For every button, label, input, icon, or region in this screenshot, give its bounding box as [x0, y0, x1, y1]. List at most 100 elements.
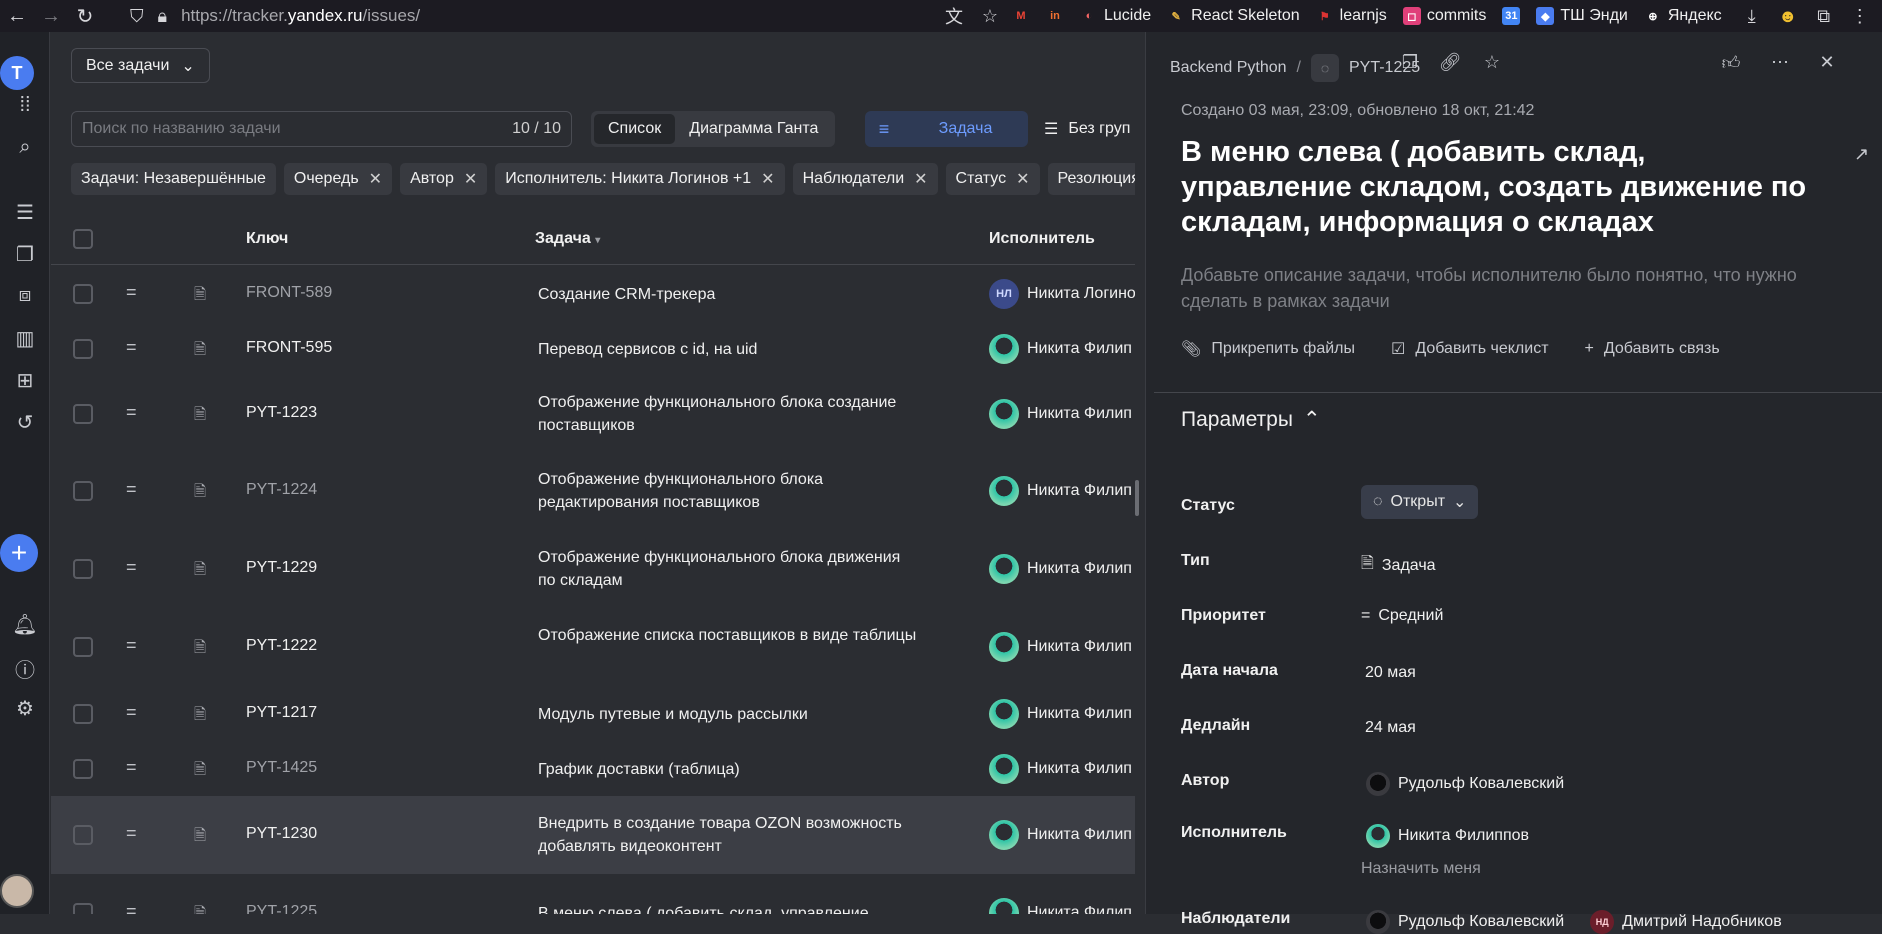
assignee-value[interactable]: Никита Филиппов: [1366, 824, 1529, 848]
sort-icon[interactable]: ≡: [865, 111, 903, 147]
bookmark-learnjs[interactable]: ⚑ learnjs: [1316, 7, 1387, 25]
bookmark-tsh-endi[interactable]: ◆ ТШ Энди: [1536, 7, 1628, 25]
issue-title[interactable]: График доставки (таблица): [538, 758, 918, 781]
user-avatar[interactable]: [0, 874, 34, 908]
add-checklist-button[interactable]: ☑ Добавить чеклист: [1391, 339, 1549, 359]
bookmark-react-skeleton[interactable]: ✎ React Skeleton: [1167, 7, 1300, 25]
filter-chip[interactable]: Статус ✕: [945, 163, 1040, 195]
table-row[interactable]: = 🗎︎ PYT-1230 Внедрить в создание товара OZ…: [51, 796, 1135, 874]
reload-icon[interactable]: ↻: [68, 4, 102, 29]
issue-title[interactable]: Отображение функционального блока движен…: [538, 546, 918, 592]
copy-icon[interactable]: ❐: [1396, 52, 1424, 73]
bookmark-lucide[interactable]: ◐ Lucide: [1080, 7, 1151, 25]
assignee[interactable]: Никита Филип: [989, 399, 1132, 429]
url-text[interactable]: https://tracker.yandex.ru/issues/: [181, 6, 420, 26]
bookmark-commits[interactable]: ◻ commits: [1402, 7, 1486, 25]
add-link-button[interactable]: + Добавить связь: [1585, 339, 1720, 359]
issue-key[interactable]: FRONT-595: [246, 339, 332, 357]
thumbs-up-icon[interactable]: 👍︎: [1717, 52, 1745, 74]
extension-avatar-icon[interactable]: ☻: [1774, 6, 1802, 27]
gmail-bookmark[interactable]: M: [1012, 7, 1030, 25]
lock-icon[interactable]: 🔒︎: [158, 6, 168, 27]
more-icon[interactable]: ⋯: [1766, 52, 1794, 73]
close-icon[interactable]: ✕: [1016, 169, 1029, 189]
close-icon[interactable]: ✕: [369, 169, 382, 189]
help-icon[interactable]: ⓘ: [0, 654, 50, 683]
issue-title[interactable]: Создание CRM-трекера: [538, 283, 918, 306]
filter-chip[interactable]: Очередь ✕: [283, 163, 393, 195]
close-icon[interactable]: ✕: [464, 169, 477, 189]
table-row[interactable]: = 🗎︎ PYT-1229 Отображение функционального б…: [51, 530, 1135, 608]
issue-key[interactable]: PYT-1229: [246, 559, 317, 577]
settings-icon[interactable]: ⚙: [0, 696, 50, 721]
bell-icon[interactable]: 🔔︎: [0, 612, 50, 637]
tasks-list-icon[interactable]: ☰: [0, 200, 50, 225]
assignee[interactable]: Никита Филип: [989, 898, 1132, 914]
open-external-icon[interactable]: ↗: [1854, 144, 1869, 165]
menu-icon[interactable]: ⋮: [1846, 6, 1874, 27]
column-task[interactable]: Задача ▾: [535, 230, 600, 248]
issue-title[interactable]: Модуль путевые и модуль рассылки: [538, 703, 918, 726]
assignee[interactable]: Никита Филип: [989, 820, 1132, 850]
issue-title[interactable]: В меню слева ( добавить склад, управлени…: [538, 902, 918, 914]
filter-chip[interactable]: Резолюция: [1047, 163, 1135, 195]
issue-key[interactable]: PYT-1230: [246, 825, 317, 843]
search-input[interactable]: [82, 120, 482, 138]
tracker-logo-icon[interactable]: T: [0, 56, 34, 90]
column-assignee[interactable]: Исполнитель: [989, 230, 1095, 248]
row-checkbox[interactable]: [73, 759, 93, 779]
parameters-section-toggle[interactable]: Параметры ⌃: [1181, 407, 1321, 432]
filter-chip[interactable]: Автор ✕: [400, 163, 488, 195]
issue-key[interactable]: PYT-1225: [246, 903, 317, 914]
queues-icon[interactable]: ❐: [0, 242, 50, 267]
assignee[interactable]: Никита Филип: [989, 699, 1132, 729]
close-icon[interactable]: ✕: [914, 169, 927, 189]
issue-title[interactable]: Отображение списка поставщиков в виде та…: [538, 624, 918, 647]
row-checkbox[interactable]: [73, 339, 93, 359]
history-icon[interactable]: ↺: [0, 410, 50, 435]
issue-title[interactable]: Отображение функционального блока создан…: [538, 391, 918, 437]
assignee[interactable]: Никита Филип: [989, 632, 1132, 662]
assignee[interactable]: Никита Филип: [989, 334, 1132, 364]
issue-title[interactable]: В меню слева ( добавить склад, управлени…: [1181, 135, 1821, 240]
row-checkbox[interactable]: [73, 637, 93, 657]
assignee[interactable]: Никита Филип: [989, 476, 1132, 506]
issue-key[interactable]: PYT-1224: [246, 481, 317, 499]
filter-chip[interactable]: Исполнитель: Никита Логинов +1 ✕: [495, 163, 785, 195]
shield-icon[interactable]: ⛉: [130, 6, 144, 27]
create-issue-button[interactable]: +: [0, 534, 38, 572]
projects-icon[interactable]: ⧈: [0, 284, 50, 307]
table-row[interactable]: = 🗎︎ PYT-1425 График доставки (таблица) Ники…: [51, 742, 1135, 796]
address-bar[interactable]: ⛉ 🔒︎ https://tracker.yandex.ru/issues/: [130, 0, 940, 32]
issue-title[interactable]: Перевод сервисов с id, на uid: [538, 338, 918, 361]
issue-title[interactable]: Отображение функционального блока редакт…: [538, 468, 918, 514]
assign-me-link[interactable]: Назначить меня: [1361, 860, 1481, 878]
priority-value[interactable]: = Средний: [1361, 607, 1443, 625]
in-bookmark[interactable]: in: [1046, 7, 1064, 25]
author-value[interactable]: Рудольф Ковалевский: [1366, 772, 1564, 796]
all-tasks-dropdown[interactable]: Все задачи ⌄: [71, 48, 210, 83]
issue-key[interactable]: FRONT-589: [246, 284, 332, 302]
filter-chip[interactable]: Задачи: Незавершённые: [71, 163, 276, 195]
deadline-value[interactable]: 24 мая: [1365, 719, 1416, 737]
issue-title[interactable]: Внедрить в создание товара OZON возможно…: [538, 812, 918, 858]
download-icon[interactable]: ⤓: [1738, 6, 1766, 27]
issue-key[interactable]: PYT-1223: [246, 404, 317, 422]
bookmark-yandex[interactable]: ⊕ Яндекс: [1644, 7, 1721, 25]
star-icon[interactable]: ☆: [1478, 52, 1506, 73]
tab-list[interactable]: Список: [594, 114, 676, 144]
assignee[interactable]: НЛ Никита Логино: [989, 279, 1135, 309]
close-icon[interactable]: ✕: [1813, 52, 1841, 73]
issue-key[interactable]: PYT-1425: [246, 759, 317, 777]
translate-icon[interactable]: 文: [940, 3, 968, 29]
row-checkbox[interactable]: [73, 284, 93, 304]
row-checkbox[interactable]: [73, 559, 93, 579]
type-value[interactable]: 🗎︎ Задача: [1361, 552, 1436, 579]
search-icon[interactable]: ⌕: [0, 136, 50, 159]
boards-icon[interactable]: ▥: [0, 326, 50, 351]
attach-files-button[interactable]: 📎︎ Прикрепить файлы: [1181, 339, 1355, 359]
table-row[interactable]: = 🗎︎ FRONT-595 Перевод сервисов с id, на ui…: [51, 322, 1135, 376]
create-task-button[interactable]: Задача: [903, 111, 1028, 147]
link-icon[interactable]: 🔗︎: [1436, 52, 1464, 73]
row-checkbox[interactable]: [73, 404, 93, 424]
